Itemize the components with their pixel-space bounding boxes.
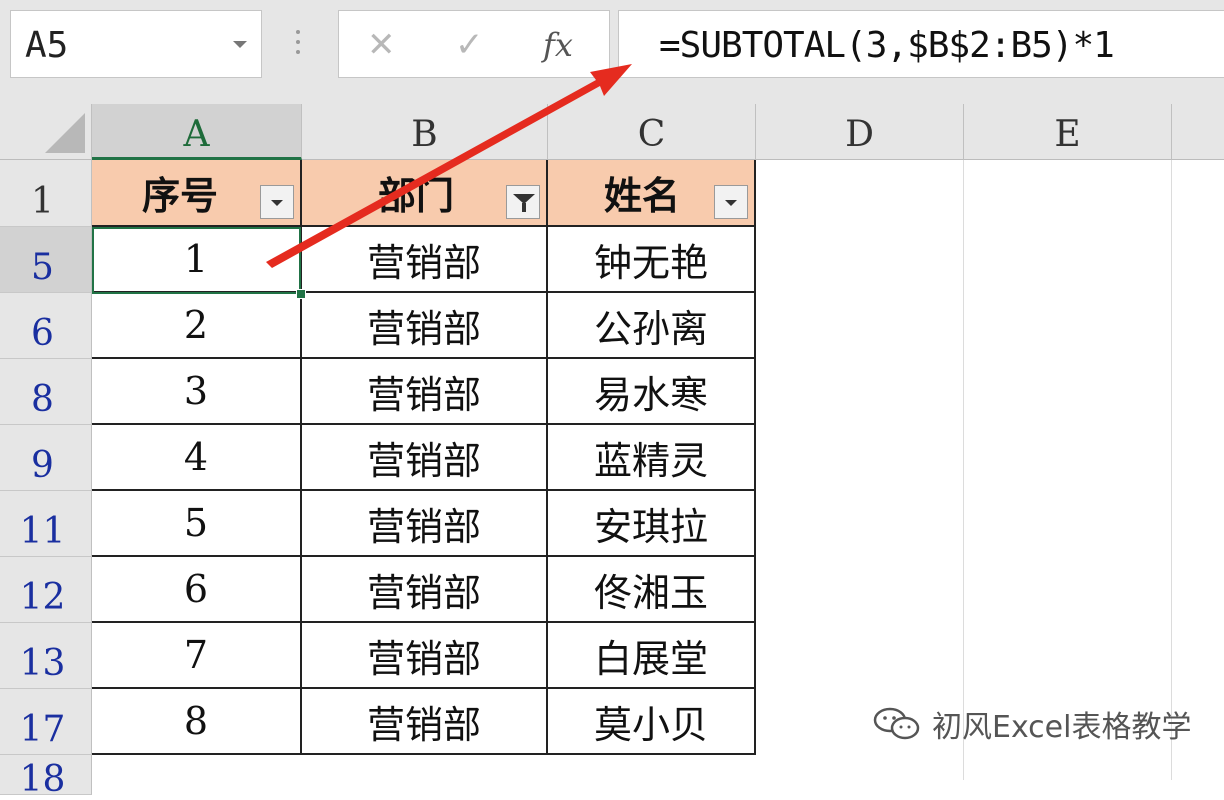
annotation-arrow: [266, 64, 632, 268]
red-arrow-shape: [266, 64, 632, 268]
watermark-text: 初风Excel表格教学: [932, 710, 1192, 745]
wechat-icon: [873, 707, 920, 740]
